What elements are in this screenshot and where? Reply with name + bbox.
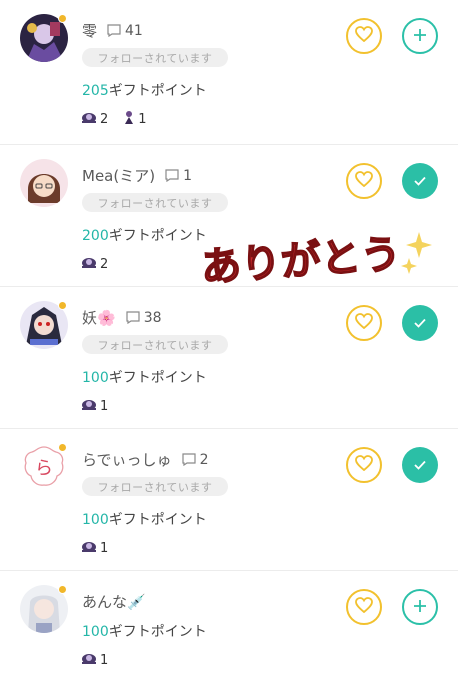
user-name[interactable]: あんな💉	[82, 591, 146, 612]
comment-icon	[107, 24, 121, 37]
snail-gift-icon	[80, 651, 100, 669]
heart-icon	[355, 597, 373, 617]
gift-item: 1	[80, 651, 108, 669]
gift-points-value: 200	[82, 228, 109, 244]
list-item: 零 41 フォローされています 205ギフトポイント 2 1	[0, 0, 458, 145]
gift-points-label: ギフトポイント	[108, 370, 207, 386]
like-button[interactable]	[346, 18, 382, 54]
heart-icon	[355, 313, 373, 333]
follows-you-badge: フォローされています	[82, 48, 228, 67]
gift-count: 1	[100, 652, 109, 668]
like-button[interactable]	[346, 305, 382, 341]
comment-count: 38	[143, 309, 162, 326]
status-dot	[58, 443, 67, 452]
follow-button[interactable]	[402, 589, 438, 625]
snail-gift-icon	[80, 255, 100, 273]
following-button[interactable]	[402, 305, 438, 341]
comment-icon	[165, 169, 179, 182]
gift-points-label: ギフトポイント	[108, 228, 207, 244]
snail-gift-icon	[80, 539, 100, 557]
like-button[interactable]	[346, 589, 382, 625]
gift-item: 1	[122, 110, 147, 128]
comment-count: 2	[199, 451, 209, 468]
gift-points-value: 100	[82, 624, 109, 640]
gift-points: 205ギフトポイント	[82, 80, 207, 100]
comment-icon	[126, 311, 140, 324]
gift-item: 1	[80, 397, 108, 415]
following-button[interactable]	[402, 447, 438, 483]
like-button[interactable]	[346, 163, 382, 199]
gift-points-value: 205	[82, 83, 109, 99]
gift-count: 1	[138, 111, 147, 127]
gift-points: 100ギフトポイント	[82, 509, 207, 529]
list-item: ら らでぃっしゅ 2 フォローされています 100ギフトポイント 1	[0, 429, 458, 571]
status-dot	[58, 301, 67, 310]
gift-item: 1	[80, 539, 108, 557]
list-item: あんな💉 100ギフトポイント 1	[0, 571, 458, 680]
following-button[interactable]	[402, 163, 438, 199]
like-button[interactable]	[346, 447, 382, 483]
list-item: 妖🌸 38 フォローされています 100ギフトポイント 1	[0, 287, 458, 429]
gift-item: 2	[80, 255, 108, 273]
user-name-line: 零 41	[82, 20, 143, 41]
follows-you-badge: フォローされています	[82, 477, 228, 496]
user-name[interactable]: 零	[82, 20, 97, 41]
user-name-line: Mea(ミア) 1	[82, 165, 192, 186]
comment-icon	[181, 453, 196, 466]
gift-points-value: 100	[82, 512, 109, 528]
gift-points-label: ギフトポイント	[108, 624, 207, 640]
gift-list: 2 1	[80, 110, 161, 128]
plus-icon	[413, 598, 427, 617]
figure-gift-icon	[122, 110, 138, 128]
follow-button[interactable]	[402, 18, 438, 54]
gift-count: 2	[100, 256, 109, 272]
gift-list: 1	[80, 397, 122, 415]
gift-points: 200ギフトポイント	[82, 225, 207, 245]
svg-text:ら: ら	[35, 458, 53, 479]
gift-points-label: ギフトポイント	[108, 512, 207, 528]
gift-list: 1	[80, 651, 122, 669]
checkmark-icon	[413, 456, 427, 475]
heart-icon	[355, 26, 373, 46]
checkmark-icon	[413, 314, 427, 333]
follows-you-badge: フォローされています	[82, 335, 228, 354]
user-name-line: らでぃっしゅ 2	[82, 449, 208, 470]
status-dot	[58, 585, 67, 594]
gift-count: 2	[100, 111, 109, 127]
comment-count: 41	[125, 22, 143, 39]
gift-count: 1	[100, 540, 109, 556]
gift-item: 2	[80, 110, 108, 128]
gift-list: 1	[80, 539, 122, 557]
gift-list: 2	[80, 255, 122, 273]
follows-you-badge: フォローされています	[82, 193, 228, 212]
status-dot	[58, 14, 67, 23]
gift-points: 100ギフトポイント	[82, 621, 207, 641]
gift-points: 100ギフトポイント	[82, 367, 207, 387]
user-name[interactable]: 妖🌸	[82, 307, 116, 328]
gift-supporter-list: 零 41 フォローされています 205ギフトポイント 2 1 Mea(ミア) 1…	[0, 0, 458, 680]
sparkle-icon	[401, 232, 432, 274]
snail-gift-icon	[80, 110, 100, 128]
gift-points-label: ギフトポイント	[108, 83, 207, 99]
snail-gift-icon	[80, 397, 100, 415]
avatar[interactable]	[20, 159, 68, 207]
plus-icon	[413, 27, 427, 46]
thanks-sticker-text: ありがとう	[200, 231, 403, 291]
user-name[interactable]: Mea(ミア)	[82, 165, 155, 186]
gift-points-value: 100	[82, 370, 109, 386]
gift-count: 1	[100, 398, 109, 414]
user-name[interactable]: らでぃっしゅ	[82, 449, 172, 470]
heart-icon	[355, 171, 373, 191]
checkmark-icon	[413, 172, 427, 191]
heart-icon	[355, 455, 373, 475]
thanks-sticker: ありがとう	[195, 222, 445, 292]
user-name-line: あんな💉	[82, 591, 146, 612]
comment-count: 1	[183, 167, 192, 184]
user-name-line: 妖🌸 38	[82, 307, 162, 328]
